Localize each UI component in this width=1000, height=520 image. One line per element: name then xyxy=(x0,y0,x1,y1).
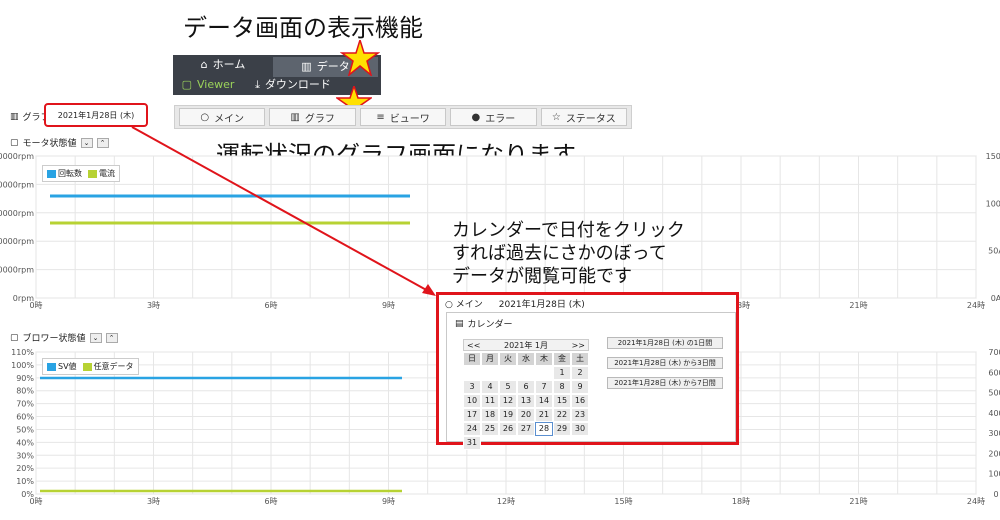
calendar-empty-cell xyxy=(481,366,499,380)
calendar-nav: << 2021年 1月 >> xyxy=(463,339,589,351)
calendar-card: ▤ カレンダー << 2021年 1月 >> 日月火水木金土1234567891… xyxy=(446,312,736,450)
calendar-day[interactable]: 30 xyxy=(571,422,589,436)
weekday-header: 月 xyxy=(481,352,499,366)
annotation-calendar-note: カレンダーで日付をクリック すれば過去にさかのぼって データが閲覧可能です xyxy=(452,220,685,287)
calendar-empty-cell xyxy=(499,366,517,380)
weekday-header: 土 xyxy=(571,352,589,366)
calendar-day[interactable]: 27 xyxy=(517,422,535,436)
calendar-day[interactable]: 24 xyxy=(463,422,481,436)
calendar-day[interactable]: 2 xyxy=(571,366,589,380)
calendar-day[interactable]: 8 xyxy=(553,380,571,394)
calendar-day[interactable]: 28 xyxy=(535,422,553,436)
calendar-days: 日月火水木金土 1 2 3 4 5 6 7 8 9 10 11 12 13 14 15 16 17 18 19 20 21… xyxy=(463,352,589,450)
calendar-empty-cell xyxy=(535,366,553,380)
calendar-day[interactable]: 26 xyxy=(499,422,517,436)
calendar-day[interactable]: 29 xyxy=(553,422,571,436)
calendar-day[interactable]: 23 xyxy=(571,408,589,422)
weekday-header: 火 xyxy=(499,352,517,366)
calendar-day[interactable]: 4 xyxy=(481,380,499,394)
calendar-day[interactable]: 10 xyxy=(463,394,481,408)
calendar-empty-cell xyxy=(517,366,535,380)
calendar-day[interactable]: 9 xyxy=(571,380,589,394)
calendar-day[interactable]: 6 xyxy=(517,380,535,394)
range-1day-button[interactable]: 2021年1月28日 (木) の1日間 xyxy=(607,337,723,349)
prev-month-button[interactable]: << xyxy=(464,341,483,350)
calendar-day[interactable]: 25 xyxy=(481,422,499,436)
calendar-panel-header: ○ メイン 2021年1月28日 (木) xyxy=(445,300,585,310)
calendar-day[interactable]: 22 xyxy=(553,408,571,422)
calendar-icon: ▤ xyxy=(455,318,464,329)
calendar-day[interactable]: 14 xyxy=(535,394,553,408)
weekday-header: 水 xyxy=(517,352,535,366)
next-month-button[interactable]: >> xyxy=(569,341,588,350)
calendar-month: 2021年 1月 xyxy=(504,340,548,350)
calendar-day[interactable]: 17 xyxy=(463,408,481,422)
calendar-day[interactable]: 18 xyxy=(481,408,499,422)
calendar-day[interactable]: 13 xyxy=(517,394,535,408)
calendar-grid: << 2021年 1月 >> 日月火水木金土 1 2 3 4 5 6 7 8 9 10 11 12 13 1… xyxy=(463,339,589,450)
calendar-day[interactable]: 12 xyxy=(499,394,517,408)
calendar-day[interactable]: 21 xyxy=(535,408,553,422)
calendar-day[interactable]: 5 xyxy=(499,380,517,394)
calendar-day[interactable]: 19 xyxy=(499,408,517,422)
range-7day-button[interactable]: 2021年1月28日 (木) から7日間 xyxy=(607,377,723,389)
calendar-panel: ○ メイン 2021年1月28日 (木) ▤ カレンダー << 2021年 1月… xyxy=(436,292,739,450)
calendar-day[interactable]: 16 xyxy=(571,394,589,408)
weekday-header: 日 xyxy=(463,352,481,366)
weekday-header: 金 xyxy=(553,352,571,366)
circle-icon: ○ xyxy=(445,300,453,310)
range-3day-button[interactable]: 2021年1月28日 (木) から3日間 xyxy=(607,357,723,369)
calendar-day[interactable]: 15 xyxy=(553,394,571,408)
range-buttons: 2021年1月28日 (木) の1日間 2021年1月28日 (木) から3日間… xyxy=(607,337,723,389)
calendar-day[interactable]: 1 xyxy=(553,366,571,380)
calendar-day[interactable]: 11 xyxy=(481,394,499,408)
calendar-day[interactable]: 20 xyxy=(517,408,535,422)
calendar-day[interactable]: 3 xyxy=(463,380,481,394)
calendar-empty-cell xyxy=(463,366,481,380)
calendar-day[interactable]: 31 xyxy=(463,436,481,450)
weekday-header: 木 xyxy=(535,352,553,366)
calendar-title: ▤ カレンダー xyxy=(455,318,513,331)
calendar-day[interactable]: 7 xyxy=(535,380,553,394)
